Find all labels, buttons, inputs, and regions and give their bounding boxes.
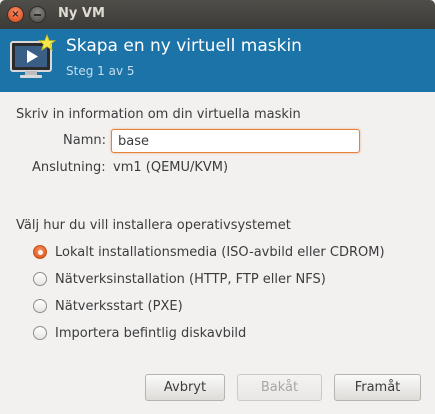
radio-label: Importera befintlig diskavbild xyxy=(55,325,247,341)
radio-option-local-media[interactable]: Lokalt installationsmedia (ISO-avbild el… xyxy=(33,243,385,261)
radio-label: Nätverksinstallation (HTTP, FTP eller NF… xyxy=(55,271,326,287)
minimize-window-button[interactable] xyxy=(29,6,46,23)
new-vm-monitor-icon xyxy=(10,33,57,78)
install-method-heading: Välj hur du vill installera operativsyst… xyxy=(16,218,291,233)
radio-button[interactable] xyxy=(33,299,47,313)
connection-label: Anslutning: xyxy=(32,160,106,175)
radio-option-network-install[interactable]: Nätverksinstallation (HTTP, FTP eller NF… xyxy=(33,270,326,288)
radio-label: Nätverksstart (PXE) xyxy=(55,298,183,314)
minimize-icon xyxy=(34,13,41,16)
vm-info-heading: Skriv in information om din virtuella ma… xyxy=(16,107,301,122)
radio-button-selected[interactable] xyxy=(33,245,47,259)
forward-button[interactable]: Framåt xyxy=(334,374,421,401)
radio-label: Lokalt installationsmedia (ISO-avbild el… xyxy=(55,244,385,260)
window-title: Ny VM xyxy=(58,6,105,21)
title-bar[interactable]: × Ny VM xyxy=(0,0,435,29)
cancel-button[interactable]: Avbryt xyxy=(145,374,225,401)
wizard-header: Skapa en ny virtuell maskin Steg 1 av 5 xyxy=(0,29,435,92)
wizard-title: Skapa en ny virtuell maskin xyxy=(66,36,302,56)
close-window-button[interactable]: × xyxy=(7,6,24,23)
back-button[interactable]: Bakåt xyxy=(237,374,322,401)
radio-button[interactable] xyxy=(33,326,47,340)
new-vm-dialog: × Ny VM Skapa en ny virtuell maskin Steg… xyxy=(0,0,435,414)
radio-option-network-boot[interactable]: Nätverksstart (PXE) xyxy=(33,297,183,315)
name-label: Namn: xyxy=(63,133,106,148)
radio-button[interactable] xyxy=(33,272,47,286)
close-icon: × xyxy=(11,8,20,20)
radio-option-import-disk[interactable]: Importera befintlig diskavbild xyxy=(33,324,246,342)
wizard-step-indicator: Steg 1 av 5 xyxy=(66,64,135,78)
connection-value: vm1 (QEMU/KVM) xyxy=(113,160,229,175)
vm-name-input[interactable] xyxy=(111,129,360,153)
